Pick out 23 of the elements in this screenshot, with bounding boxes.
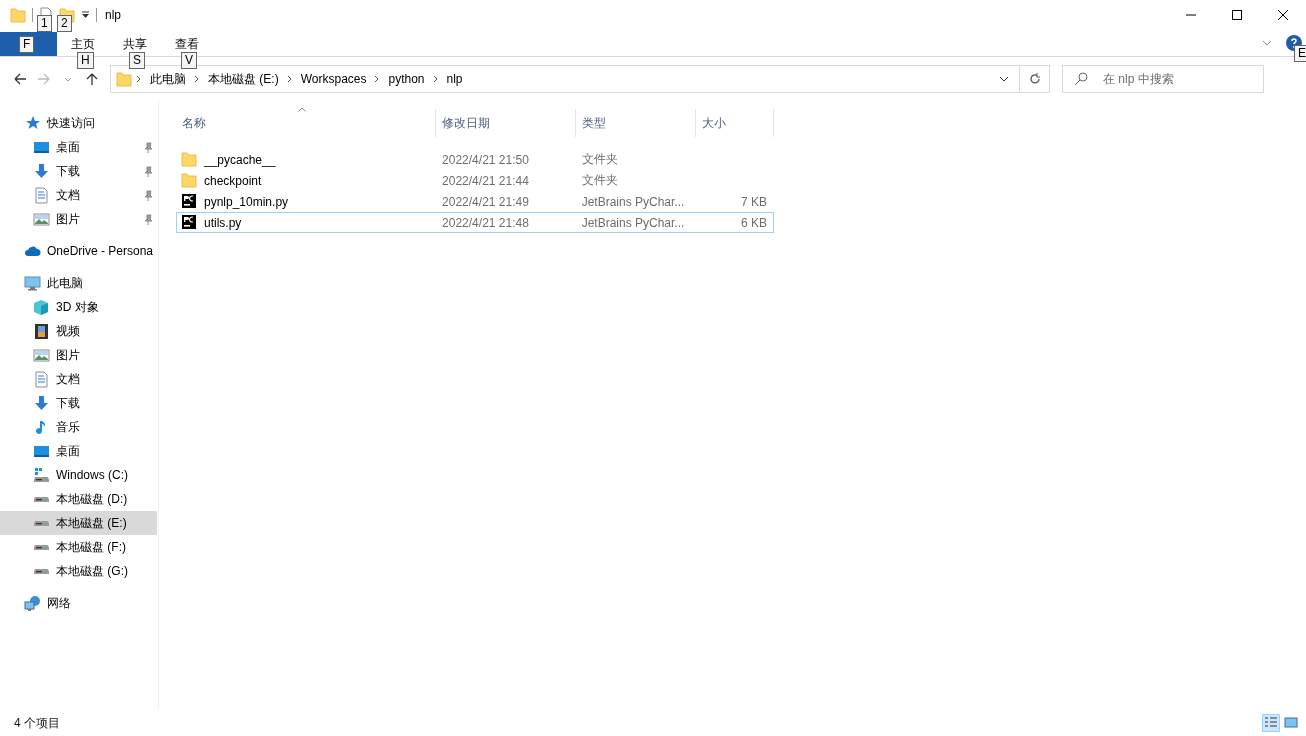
file-name: __pycache__: [204, 152, 276, 167]
file-type: JetBrains PyChar...: [581, 194, 685, 209]
file-type: 文件夹: [581, 173, 618, 187]
file-name: pynlp_10min.py: [204, 194, 289, 209]
keytip-tooltip: 2: [57, 15, 72, 32]
modified-date: 2022/4/21 21:44: [442, 173, 529, 188]
keytip-tooltip: F: [19, 36, 35, 53]
file-name: checkpoint: [204, 173, 262, 188]
keytip-tooltip: H: [77, 52, 94, 69]
keytip-tooltip: S: [129, 52, 145, 69]
window-title: nlp: [105, 8, 121, 22]
file-size: 6 KB: [741, 215, 767, 230]
file-type: 文件夹: [581, 152, 618, 166]
keytip-tooltip: V: [181, 52, 197, 69]
file-type: JetBrains PyChar...: [581, 215, 685, 230]
keytip-tooltip: 1: [37, 15, 52, 32]
modified-date: 2022/4/21 21:48: [442, 215, 529, 230]
item-count: 4 个项目: [14, 714, 60, 732]
file-name: utils.py: [204, 215, 242, 230]
keytip-tooltip: E: [1294, 45, 1306, 62]
file-size: 7 KB: [741, 194, 767, 209]
modified-date: 2022/4/21 21:50: [442, 152, 529, 167]
modified-date: 2022/4/21 21:49: [442, 194, 529, 209]
